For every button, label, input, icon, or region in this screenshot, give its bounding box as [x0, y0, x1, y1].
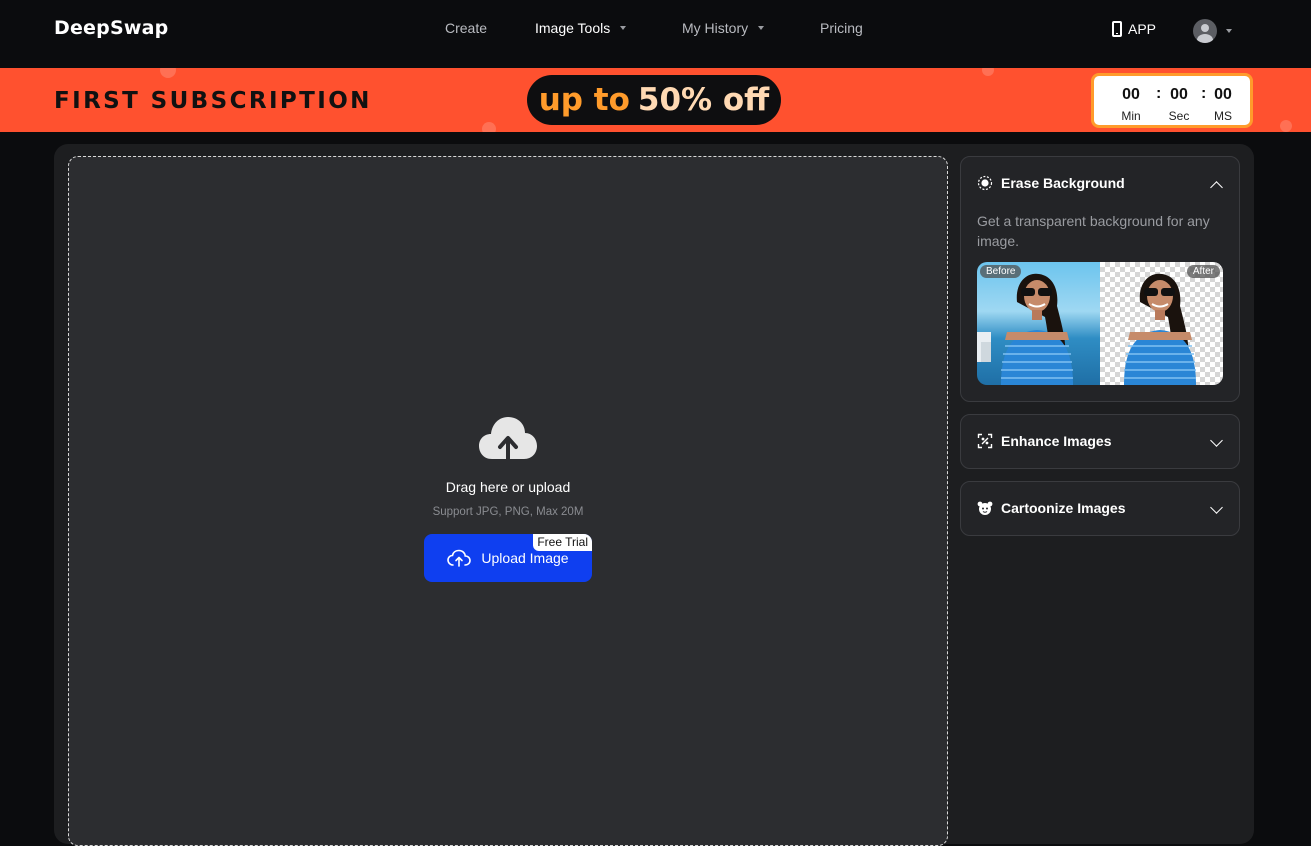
nav-create-label: Create — [445, 20, 488, 36]
erase-background-icon — [977, 175, 993, 191]
timer-min-label: Min — [1121, 109, 1141, 123]
phone-icon — [1112, 21, 1122, 37]
cloud-upload-icon — [479, 417, 537, 461]
erase-background-title: Erase Background — [1001, 175, 1125, 191]
main-panel: Drag here or upload Support JPG, PNG, Ma… — [54, 144, 1254, 846]
cartoonize-images-title: Cartoonize Images — [1001, 500, 1126, 516]
promo-offer-part1: up to — [538, 82, 630, 118]
nav-my-history-label: My History — [682, 20, 749, 36]
woman-photo — [977, 273, 1073, 385]
decor-dot — [1280, 120, 1292, 132]
caret-down-icon — [620, 26, 627, 30]
after-image: After — [1100, 262, 1223, 385]
upload-image-button[interactable]: Upload Image Free Trial — [424, 534, 592, 582]
erase-background-header[interactable]: Erase Background — [977, 175, 1125, 191]
before-image: Before — [977, 262, 1100, 385]
decor-dot — [982, 68, 994, 76]
erase-background-card: Erase Background Get a transparent backg… — [960, 156, 1240, 402]
timer-min: 00 — [1122, 86, 1140, 103]
drag-text: Drag here or upload — [445, 479, 571, 495]
timer-separator: : — [1156, 85, 1162, 102]
nav-my-history[interactable]: My History — [682, 20, 765, 36]
enhance-images-header[interactable]: Enhance Images — [977, 433, 1112, 449]
timer-sec: 00 — [1170, 86, 1188, 103]
nav-image-tools[interactable]: Image Tools — [535, 20, 627, 36]
upload-button-label: Upload Image — [481, 550, 569, 566]
upload-center: Drag here or upload Support JPG, PNG, Ma… — [69, 415, 947, 582]
promo-banner[interactable]: FIRST SUBSCRIPTION up to 50% off 00 : 00… — [0, 68, 1311, 132]
decor-dot — [160, 68, 176, 78]
timer-sec-label: Sec — [1168, 109, 1190, 123]
avatar[interactable] — [1193, 19, 1217, 43]
top-navbar: DeepSwap Create Image Tools My History P… — [0, 0, 1311, 68]
deepswap-logo[interactable]: DeepSwap — [54, 17, 168, 39]
caret-down-icon — [758, 26, 765, 30]
cloud-upload-icon — [447, 549, 472, 567]
nav-pricing-label: Pricing — [820, 20, 863, 36]
free-trial-badge: Free Trial — [533, 534, 592, 551]
caret-down-icon — [1226, 29, 1232, 33]
timer-ms: 00 — [1214, 86, 1232, 103]
before-label: Before — [980, 265, 1022, 278]
after-label: After — [1186, 265, 1220, 278]
enhance-images-title: Enhance Images — [1001, 433, 1112, 449]
timer-separator: : — [1201, 85, 1207, 102]
promo-offer-part2: 50% off — [637, 82, 770, 118]
promo-offer: up to 50% off — [527, 75, 781, 125]
cartoonize-images-header[interactable]: Cartoonize Images — [977, 500, 1125, 516]
user-menu[interactable] — [1193, 19, 1232, 43]
app-download-button[interactable]: APP — [1112, 21, 1156, 37]
chevron-down-icon[interactable] — [1210, 434, 1223, 447]
nav-image-tools-label: Image Tools — [535, 20, 611, 36]
cartoonize-images-card[interactable]: Cartoonize Images — [960, 481, 1240, 536]
app-label: APP — [1128, 21, 1157, 37]
countdown-timer: 00 : 00 : 00 Min Sec MS — [1091, 73, 1253, 128]
timer-ms-label: MS — [1214, 109, 1232, 123]
chevron-up-icon[interactable] — [1210, 181, 1223, 194]
support-text: Support JPG, PNG, Max 20M — [432, 506, 584, 518]
enhance-images-card[interactable]: Enhance Images — [960, 414, 1240, 469]
nav-create[interactable]: Create — [445, 20, 487, 36]
enhance-icon — [977, 433, 993, 449]
cartoon-face-icon — [977, 501, 993, 515]
upload-dropzone[interactable]: Drag here or upload Support JPG, PNG, Ma… — [68, 156, 948, 846]
promo-title: FIRST SUBSCRIPTION — [54, 88, 372, 114]
decor-dot — [482, 122, 496, 132]
chevron-down-icon[interactable] — [1210, 501, 1223, 514]
erase-background-description: Get a transparent background for any ima… — [977, 213, 1210, 249]
woman-photo — [1124, 273, 1196, 385]
nav-pricing[interactable]: Pricing — [820, 20, 863, 36]
before-after-preview: Before After — [977, 262, 1223, 385]
